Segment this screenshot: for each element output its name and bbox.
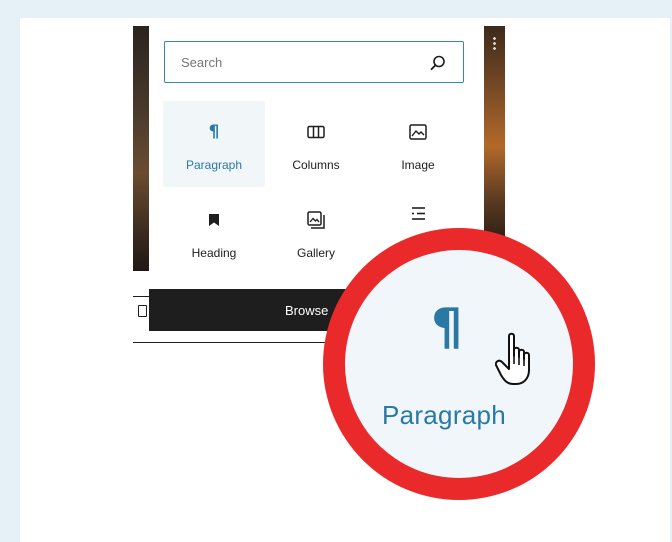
hand-pointer-cursor-icon — [495, 332, 530, 385]
block-item-label: Columns — [292, 158, 340, 172]
more-options-icon[interactable] — [493, 36, 496, 50]
browse-all-label: Browse — [285, 303, 329, 318]
paragraph-icon: ¶ — [208, 122, 220, 142]
magnifier-content: ¶ Paragraph — [345, 250, 573, 478]
background-image-left — [133, 26, 149, 271]
block-item-label: Heading — [191, 246, 237, 260]
block-type-icon[interactable] — [138, 305, 147, 317]
columns-icon — [265, 121, 367, 143]
block-item-columns[interactable]: Columns — [265, 101, 367, 187]
search-icon[interactable] — [429, 54, 447, 72]
divider-line — [133, 342, 333, 343]
search-input[interactable] — [179, 42, 423, 83]
image-icon — [367, 121, 469, 143]
block-item-label: Paragraph — [185, 158, 243, 172]
block-item-paragraph[interactable]: ¶ Paragraph — [163, 101, 265, 187]
search-box — [164, 41, 464, 83]
heading-icon — [163, 209, 265, 231]
background-image-right — [484, 26, 505, 244]
block-toolbar-fragment — [133, 296, 149, 325]
magnified-paragraph-label: Paragraph — [381, 400, 507, 430]
block-item-heading[interactable]: Heading — [163, 189, 265, 275]
paragraph-icon: ¶ — [431, 298, 463, 356]
magnifier-callout: ¶ Paragraph — [323, 228, 595, 500]
block-item-label: Image — [401, 158, 435, 172]
gallery-icon — [265, 209, 367, 231]
block-item-gallery[interactable]: Gallery — [265, 189, 367, 275]
list-icon — [367, 203, 469, 225]
block-item-image[interactable]: Image — [367, 101, 469, 187]
block-item-label: Gallery — [296, 246, 335, 260]
